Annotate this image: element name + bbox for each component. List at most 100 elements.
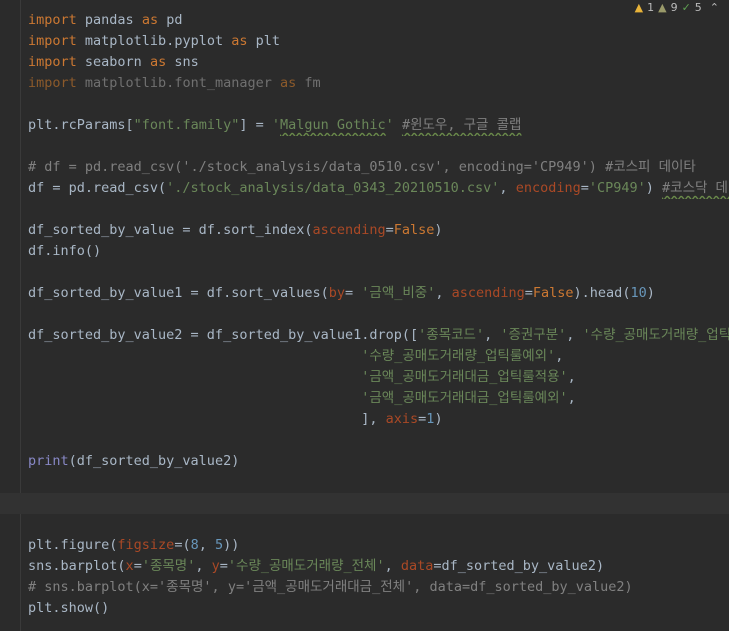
number-literal: 8 (190, 537, 199, 553)
code-token: ).head( (573, 285, 631, 301)
keyword: as (231, 33, 248, 49)
code-token: fm (296, 75, 321, 91)
string-literal: '금액_비중' (361, 285, 436, 301)
code-line[interactable]: plt.figure(figsize=(8, 5)) (0, 535, 729, 556)
code-token: sns (166, 54, 199, 70)
code-line[interactable]: sns.barplot(x='종목명', y='수량_공매도거래량_전체', d… (0, 556, 729, 577)
code-token: df_sorted_by_value2 = df_sorted_by_value… (28, 327, 419, 343)
code-line[interactable] (0, 94, 729, 115)
string-literal: './stock_analysis/data_0343_20210510.csv… (166, 180, 500, 196)
param-name: ascending (312, 222, 386, 238)
code-line[interactable]: import seaborn as sns (0, 52, 729, 73)
comment: #윈도우, 구글 콜랩 (401, 117, 522, 133)
code-token: , (566, 327, 583, 343)
code-line[interactable] (0, 136, 729, 157)
string-literal: ' (271, 117, 280, 133)
code-line[interactable]: import pandas as pd (0, 10, 729, 31)
code-token: ) (645, 180, 663, 196)
code-line[interactable]: df.info() (0, 241, 729, 262)
code-line[interactable] (0, 514, 729, 535)
code-token: df = pd.read_csv( (28, 180, 167, 196)
param-name: y (211, 558, 220, 574)
string-literal: 'CP949' (588, 180, 646, 196)
code-line[interactable]: import matplotlib.pyplot as plt (0, 31, 729, 52)
code-token: ], (361, 411, 386, 427)
string-literal: "font.family" (133, 117, 240, 133)
code-token: plt.show() (28, 600, 110, 616)
current-line[interactable] (0, 493, 729, 514)
code-token: sns.barplot( (28, 558, 126, 574)
param-name: figsize (117, 537, 175, 553)
code-line[interactable] (0, 199, 729, 220)
code-token: plt.rcParams[ (28, 117, 134, 133)
code-line[interactable]: df_sorted_by_value = df.sort_index(ascen… (0, 220, 729, 241)
keyword: import (28, 33, 77, 49)
code-token: , (567, 390, 576, 406)
code-token: , (555, 348, 564, 364)
code-token: matplotlib.font_manager (76, 75, 280, 91)
string-literal: '수량_공매도거래량_업틱룰예외' (361, 348, 556, 364)
code-line[interactable]: # df = pd.read_csv('./stock_analysis/dat… (0, 157, 729, 178)
code-token: )) (223, 537, 240, 553)
code-token: = (580, 180, 589, 196)
code-area[interactable]: import pandas as pd import matplotlib.py… (0, 10, 729, 619)
code-line[interactable]: plt.show() (0, 598, 729, 619)
code-line[interactable]: # sns.barplot(x='종목명', y='금액_공매도거래대금_전체'… (0, 577, 729, 598)
code-line[interactable]: '금액_공매도거래대금_업틱룰예외', (0, 388, 729, 409)
code-line[interactable]: print(df_sorted_by_value2) (0, 451, 729, 472)
code-editor[interactable]: ▲ 1 ▲ 9 ✓ 5 ⌃ import pandas as pd import… (0, 0, 729, 631)
code-token: , (499, 180, 516, 196)
code-line[interactable] (0, 472, 729, 493)
code-token: (df_sorted_by_value2) (68, 453, 240, 469)
comment: #코스닥 데이타 (662, 180, 729, 196)
code-token: = (345, 285, 362, 301)
keyword: import (28, 12, 77, 28)
code-line[interactable]: ], axis=1) (0, 409, 729, 430)
code-line[interactable]: import matplotlib.font_manager as fm (0, 73, 729, 94)
code-token: , (484, 327, 501, 343)
code-token: =df_sorted_by_value2) (433, 558, 605, 574)
param-name: x (125, 558, 134, 574)
comment: # df = pd.read_csv('./stock_analysis/dat… (28, 159, 696, 175)
string-literal: Malgun Gothic (280, 117, 386, 133)
code-token: plt.figure( (28, 537, 118, 553)
code-line[interactable]: '수량_공매도거래량_업틱룰예외', (0, 346, 729, 367)
keyword: as (279, 75, 297, 91)
string-literal: '금액_공매도거래대금_업틱룰적용' (361, 369, 568, 385)
keyword: False (532, 285, 574, 301)
keyword: as (149, 54, 167, 70)
code-line[interactable]: df_sorted_by_value1 = df.sort_values(by=… (0, 283, 729, 304)
code-token: df_sorted_by_value = df.sort_index( (28, 222, 313, 238)
string-literal: '수량_공매도거래량_업틱룰적용' (582, 327, 729, 343)
code-token: pd (158, 12, 183, 28)
number-literal: 5 (214, 537, 224, 553)
string-literal: '종목명' (141, 558, 196, 574)
code-token: , (198, 537, 215, 553)
code-token: =( (174, 537, 191, 553)
code-token: ) (434, 222, 443, 238)
code-line[interactable] (0, 430, 729, 451)
code-line[interactable] (0, 262, 729, 283)
string-literal: '수량_공매도거래량_전체' (227, 558, 385, 574)
keyword: False (393, 222, 435, 238)
code-token: , (195, 558, 212, 574)
keyword: import (28, 75, 77, 91)
code-line[interactable]: '금액_공매도거래대금_업틱룰적용', (0, 367, 729, 388)
param-name: axis (385, 411, 419, 427)
code-token: , (567, 369, 576, 385)
code-token: df.info() (28, 243, 102, 259)
code-token: seaborn (76, 54, 150, 70)
keyword: as (141, 12, 159, 28)
builtin: print (28, 453, 69, 469)
code-line[interactable]: df = pd.read_csv('./stock_analysis/data_… (0, 178, 729, 199)
code-line[interactable]: df_sorted_by_value2 = df_sorted_by_value… (0, 325, 729, 346)
code-line[interactable] (0, 304, 729, 325)
string-literal: '증권구분' (500, 327, 567, 343)
code-line[interactable]: plt.rcParams["font.family"] = 'Malgun Go… (0, 115, 729, 136)
code-token: pandas (76, 12, 142, 28)
code-token: ] = (239, 117, 272, 133)
code-token: , (435, 285, 452, 301)
